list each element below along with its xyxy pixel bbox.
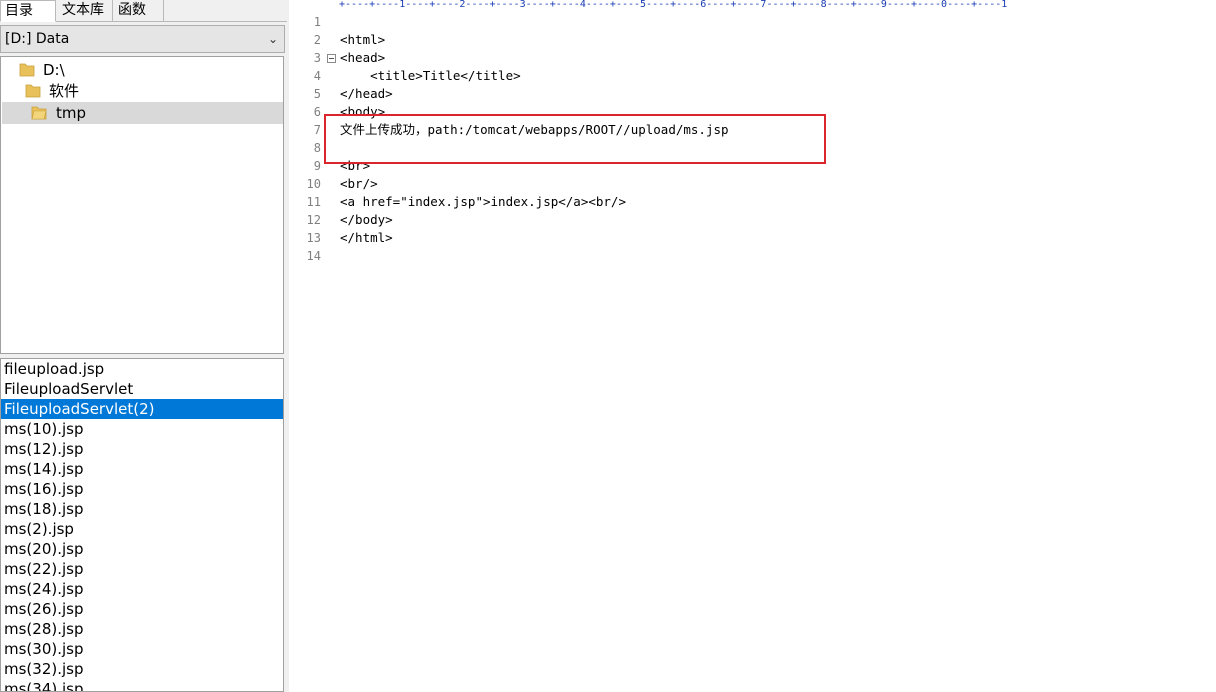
line-number: 3 [313, 51, 321, 65]
left-panel: 目录 文本库 函数 [D:] Data ⌄ D:\ 软件 tmp fileupl… [0, 0, 287, 692]
line-number: 6 [313, 105, 321, 119]
chevron-down-icon[interactable]: ⌄ [268, 26, 278, 52]
tab-directory[interactable]: 目录 [0, 0, 56, 22]
line-number-gutter: 1 2 3 4 5 6 7 8 9 10 11 12 13 14 [289, 13, 321, 265]
drive-select[interactable]: [D:] Data ⌄ [0, 25, 285, 53]
line-number: 8 [313, 141, 321, 155]
code-line: </html> [340, 230, 393, 245]
file-list-item[interactable]: ms(16).jsp [1, 479, 283, 499]
file-list-item[interactable]: ms(34).jsp [1, 679, 283, 691]
tab-text-library[interactable]: 文本库 [58, 0, 113, 21]
file-list-item[interactable]: ms(30).jsp [1, 639, 283, 659]
tree-node-tmp[interactable]: tmp [2, 102, 283, 124]
line-number: 13 [306, 231, 321, 245]
file-list-item[interactable]: ms(26).jsp [1, 599, 283, 619]
code-line: <html> [340, 32, 386, 47]
code-line: <br/> [340, 176, 378, 191]
drive-select-value: [D:] Data [5, 31, 70, 47]
folder-open-icon [31, 106, 47, 120]
file-list-item[interactable]: ms(10).jsp [1, 419, 283, 439]
tree-node-root[interactable]: D:\ [19, 59, 279, 81]
file-list-item[interactable]: fileupload.jsp [1, 359, 283, 379]
file-list-item[interactable]: ms(22).jsp [1, 559, 283, 579]
line-number: 9 [313, 159, 321, 173]
file-list-item[interactable]: FileuploadServlet [1, 379, 283, 399]
file-list-item[interactable]: ms(32).jsp [1, 659, 283, 679]
directory-tree: D:\ 软件 tmp [0, 56, 284, 354]
code-line: <title>Title</title> [340, 68, 521, 83]
panel-tabs: 目录 文本库 函数 [0, 0, 287, 22]
annotation-highlight-box [324, 114, 826, 164]
folder-icon [25, 84, 41, 98]
line-number: 14 [306, 249, 321, 263]
line-number: 11 [306, 195, 321, 209]
code-line: <head> [340, 50, 386, 65]
file-list-item[interactable]: ms(12).jsp [1, 439, 283, 459]
file-list-item[interactable]: ms(14).jsp [1, 459, 283, 479]
tree-node-software[interactable]: 软件 [25, 80, 279, 102]
tree-node-label: D:\ [43, 61, 65, 79]
file-list-item[interactable]: ms(18).jsp [1, 499, 283, 519]
file-list-item[interactable]: ms(20).jsp [1, 539, 283, 559]
tree-node-label: tmp [56, 104, 87, 122]
code-line: <a href="index.jsp">index.jsp</a><br/> [340, 194, 626, 209]
file-list-item[interactable]: ms(24).jsp [1, 579, 283, 599]
line-number: 7 [313, 123, 321, 137]
line-number: 2 [313, 33, 321, 47]
line-number: 5 [313, 87, 321, 101]
folder-icon [19, 63, 35, 77]
tree-node-label: 软件 [49, 82, 80, 100]
line-number: 4 [313, 69, 321, 83]
file-list-item[interactable]: ms(2).jsp [1, 519, 283, 539]
tab-functions[interactable]: 函数 [114, 0, 164, 21]
code-line: </head> [340, 86, 393, 101]
column-ruler: +----+----1----+----2----+----3----+----… [339, 0, 1008, 10]
text-editor[interactable]: +----+----1----+----2----+----3----+----… [289, 0, 1216, 692]
fold-collapse-icon[interactable] [327, 54, 336, 63]
line-number: 10 [306, 177, 321, 191]
file-list-item[interactable]: ms(28).jsp [1, 619, 283, 639]
file-list-item[interactable]: FileuploadServlet(2) [1, 399, 283, 419]
line-number: 1 [313, 15, 321, 29]
line-number: 12 [306, 213, 321, 227]
code-line: </body> [340, 212, 393, 227]
file-list: fileupload.jsp FileuploadServlet Fileuploa… [0, 358, 284, 692]
